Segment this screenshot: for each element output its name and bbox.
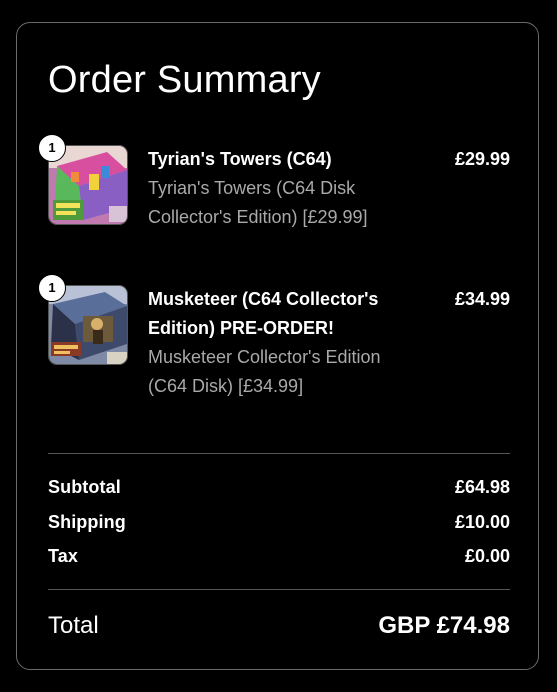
quantity-badge: 1: [38, 134, 66, 162]
subtotal-value: £64.98: [454, 477, 510, 497]
product-variant: Tyrian's Towers (C64 Disk Collector's Ed…: [148, 178, 368, 227]
subtotal-label: Subtotal: [48, 477, 121, 497]
summary-divider: [48, 453, 510, 454]
product-name: Musketeer (C64 Collector's Edition) PRE-…: [148, 289, 379, 338]
tax-value: £0.00: [464, 546, 510, 566]
total-divider: [48, 589, 510, 590]
product-info: Musketeer (C64 Collector's Edition) PRE-…: [148, 285, 403, 401]
shipping-row: Shipping £10.00: [48, 509, 510, 535]
shipping-value: £10.00: [454, 512, 510, 532]
tax-row: Tax £0.00: [48, 543, 510, 569]
product-price: £34.99: [454, 289, 510, 309]
product-name: Tyrian's Towers (C64): [148, 149, 332, 169]
total-label: Total: [48, 612, 99, 639]
total-value: GBP £74.98: [378, 612, 510, 639]
total-row: Total GBP £74.98: [48, 608, 510, 644]
shipping-label: Shipping: [48, 512, 126, 532]
product-info: Tyrian's Towers (C64) Tyrian's Towers (C…: [148, 145, 403, 232]
quantity-badge: 1: [38, 274, 66, 302]
tax-label: Tax: [48, 546, 78, 566]
order-summary-card: Order Summary 1 Tyrian's Towers (C64) Ty…: [16, 22, 539, 670]
product-thumbnail-wrapper: 1: [38, 134, 128, 225]
subtotal-row: Subtotal £64.98: [48, 474, 510, 500]
product-variant: Musketeer Collector's Edition (C64 Disk)…: [148, 347, 381, 396]
order-summary-title: Order Summary: [48, 59, 321, 101]
product-thumbnail-wrapper: 1: [38, 274, 128, 365]
product-price: £29.99: [454, 149, 510, 169]
